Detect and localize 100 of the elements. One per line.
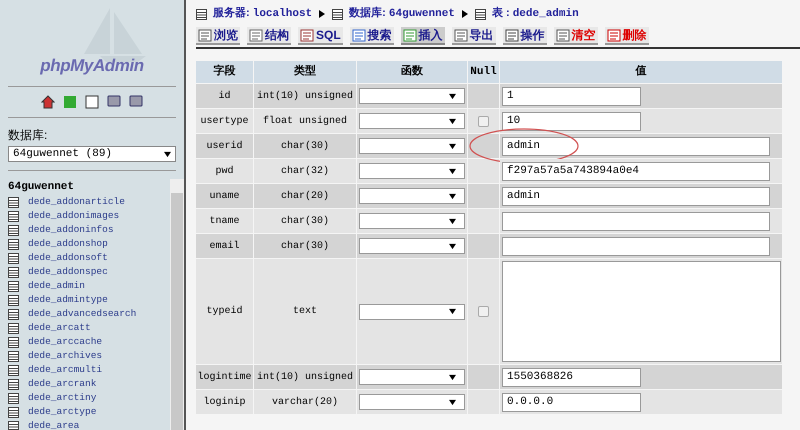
table-link[interactable]: dede_advancedsearch xyxy=(28,309,136,319)
tab-icon xyxy=(556,28,570,42)
field-cell: pwd xyxy=(196,159,253,183)
table-icon xyxy=(8,308,19,320)
arrow-icon xyxy=(318,10,326,18)
tab[interactable]: 导出 xyxy=(452,27,496,45)
tab[interactable]: 插入 xyxy=(400,27,445,45)
null-checkbox[interactable] xyxy=(478,306,489,317)
tab-icon xyxy=(402,28,417,42)
table-icon xyxy=(8,322,19,334)
table-link[interactable]: dede_addonsoft xyxy=(28,253,108,263)
breadcrumb-link[interactable]: 数据库: 64guwennet xyxy=(349,5,455,23)
type-cell: char(30) xyxy=(254,234,356,258)
arrow-icon xyxy=(460,10,469,18)
table-link[interactable]: dede_addonarticle xyxy=(28,197,125,207)
table-link[interactable]: dede_archives xyxy=(28,351,102,361)
table-icon xyxy=(332,8,344,20)
table-link[interactable]: dede_admintype xyxy=(28,295,108,305)
dropdown-icon xyxy=(449,308,456,315)
breadcrumb-link[interactable]: 服务器: localhost xyxy=(213,5,312,23)
tab[interactable]: SQL xyxy=(298,27,343,45)
function-select[interactable] xyxy=(359,88,465,104)
home-icon[interactable] xyxy=(41,95,55,109)
type-cell: char(32) xyxy=(254,159,356,183)
database-label: 数据库: xyxy=(7,127,48,144)
tab[interactable]: 搜索 xyxy=(350,27,394,45)
value-field[interactable]: 10 xyxy=(502,112,641,130)
field-cell: uname xyxy=(196,184,253,208)
function-select[interactable] xyxy=(359,238,465,254)
scrollbar[interactable] xyxy=(170,179,184,430)
value-field[interactable]: admin xyxy=(502,136,770,156)
table-icon xyxy=(8,266,19,278)
value-field[interactable] xyxy=(502,212,770,230)
tab[interactable]: 操作 xyxy=(502,27,547,45)
dropdown-icon xyxy=(449,168,456,174)
tab[interactable]: 删除 xyxy=(604,27,649,45)
function-select[interactable] xyxy=(359,304,465,320)
function-select[interactable] xyxy=(359,113,465,129)
value-field[interactable]: admin xyxy=(502,186,770,206)
table-link[interactable]: dede_arccache xyxy=(28,337,102,347)
column-header: 函数 xyxy=(357,61,467,83)
dropdown-icon xyxy=(449,92,456,100)
table-icon xyxy=(8,392,19,404)
app-logo: phpMyAdmin xyxy=(40,54,144,76)
table-link[interactable]: dede_addonimages xyxy=(28,211,120,221)
table-icon xyxy=(8,210,19,222)
value-field[interactable]: 1550368826 xyxy=(502,368,641,386)
function-select[interactable] xyxy=(359,369,465,385)
dropdown-icon xyxy=(449,374,456,380)
tab[interactable]: 清空 xyxy=(554,27,598,45)
table-icon xyxy=(8,252,19,264)
table-icon xyxy=(8,224,19,236)
table-link[interactable]: dede_arcrank xyxy=(28,379,96,389)
type-cell: int(10) unsigned xyxy=(254,84,356,108)
table-link[interactable]: dede_arcatt xyxy=(28,323,91,333)
field-cell: usertype xyxy=(196,109,253,133)
database-select[interactable]: 64guwennet (89) xyxy=(8,146,176,162)
type-cell: float unsigned xyxy=(254,109,356,133)
table-icon xyxy=(8,364,19,376)
value-field[interactable]: f297a57a5a743894a0e4 xyxy=(502,162,770,180)
type-cell: int(10) unsigned xyxy=(254,365,356,389)
function-select[interactable] xyxy=(359,138,465,154)
table-icon xyxy=(8,420,19,430)
breadcrumb-link[interactable]: 表 : dede_admin xyxy=(492,5,579,23)
column-header: 类型 xyxy=(254,61,356,83)
table-icon xyxy=(8,406,19,418)
table-link[interactable]: dede_area xyxy=(28,421,80,430)
table-link[interactable]: dede_arctype xyxy=(28,407,96,417)
dropdown-icon xyxy=(449,142,456,150)
function-select[interactable] xyxy=(359,213,465,229)
tab-icon xyxy=(606,28,621,42)
field-cell: typeid xyxy=(196,259,253,364)
type-cell: char(30) xyxy=(254,134,356,158)
value-field[interactable] xyxy=(502,236,770,256)
tab-icon xyxy=(300,28,314,42)
table-link[interactable]: dede_addonspec xyxy=(28,267,108,277)
field-cell: loginip xyxy=(196,390,253,414)
value-field[interactable]: 1 xyxy=(502,86,641,106)
null-checkbox[interactable] xyxy=(478,116,489,126)
tab[interactable]: 浏览 xyxy=(196,27,240,45)
table-link[interactable]: dede_arctiny xyxy=(28,393,96,403)
column-header: 字段 xyxy=(196,61,253,83)
table-icon xyxy=(8,378,19,390)
tab[interactable]: 结构 xyxy=(247,27,291,45)
table-link[interactable]: dede_addoninfos xyxy=(28,225,114,235)
tab-icon xyxy=(352,28,366,42)
table-link[interactable]: dede_arcmulti xyxy=(28,365,102,375)
table-icon xyxy=(8,294,19,306)
function-select[interactable] xyxy=(359,163,465,179)
column-header: 值 xyxy=(500,61,782,83)
type-cell: char(30) xyxy=(254,209,356,233)
function-select[interactable] xyxy=(359,188,465,204)
table-icon xyxy=(8,280,19,292)
database-name: 64guwennet xyxy=(8,180,76,195)
value-field[interactable]: 0.0.0.0 xyxy=(502,392,641,412)
table-link[interactable]: dede_admin xyxy=(28,281,86,291)
function-select[interactable] xyxy=(359,394,465,410)
table-link[interactable]: dede_addonshop xyxy=(28,239,108,249)
tab-icon xyxy=(454,28,468,42)
dropdown-icon xyxy=(449,242,456,250)
